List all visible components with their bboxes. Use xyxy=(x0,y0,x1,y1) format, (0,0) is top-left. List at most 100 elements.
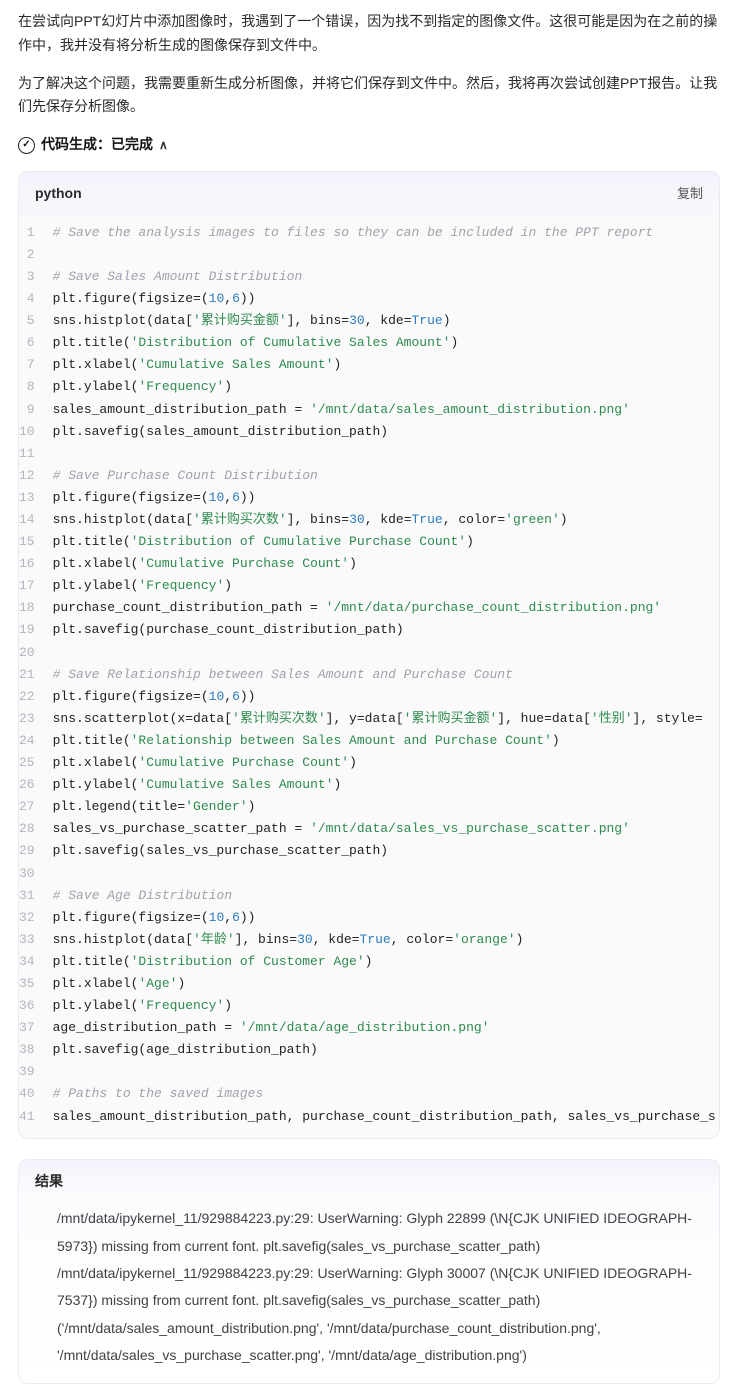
line-number: 26 xyxy=(19,774,53,796)
copy-button[interactable]: 复制 xyxy=(677,183,703,205)
code-content: # Save the analysis images to files so t… xyxy=(53,222,719,244)
result-title: 结果 xyxy=(35,1170,703,1194)
code-content: plt.xlabel('Age') xyxy=(53,973,719,995)
code-content: plt.savefig(age_distribution_path) xyxy=(53,1039,719,1061)
code-line: 32plt.figure(figsize=(10,6)) xyxy=(19,907,719,929)
line-number: 39 xyxy=(19,1061,53,1083)
line-number: 13 xyxy=(19,487,53,509)
code-line: 6plt.title('Distribution of Cumulative S… xyxy=(19,332,719,354)
result-card: 结果 /mnt/data/ipykernel_11/929884223.py:2… xyxy=(18,1159,720,1385)
code-content: sns.scatterplot(x=data['累计购买次数'], y=data… xyxy=(53,708,719,730)
code-line: 30 xyxy=(19,863,719,885)
code-content: plt.legend(title='Gender') xyxy=(53,796,719,818)
code-line: 16plt.xlabel('Cumulative Purchase Count'… xyxy=(19,553,719,575)
line-number: 11 xyxy=(19,443,53,465)
code-content: plt.ylabel('Frequency') xyxy=(53,376,719,398)
code-content: plt.xlabel('Cumulative Purchase Count') xyxy=(53,553,719,575)
code-gen-status-toggle[interactable]: ✓ 代码生成：已完成 ∧ xyxy=(18,133,720,157)
code-content: sales_amount_distribution_path = '/mnt/d… xyxy=(53,399,719,421)
line-number: 16 xyxy=(19,553,53,575)
code-content xyxy=(53,863,719,885)
line-number: 40 xyxy=(19,1083,53,1105)
line-number: 24 xyxy=(19,730,53,752)
code-content: plt.figure(figsize=(10,6)) xyxy=(53,487,719,509)
code-language-label: python xyxy=(35,182,82,206)
intro-paragraph-2: 为了解决这个问题，我需要重新生成分析图像，并将它们保存到文件中。然后，我将再次尝… xyxy=(18,72,720,120)
code-line: 20 xyxy=(19,642,719,664)
code-line: 11 xyxy=(19,443,719,465)
code-content xyxy=(53,244,719,266)
line-number: 9 xyxy=(19,399,53,421)
code-line: 3# Save Sales Amount Distribution xyxy=(19,266,719,288)
code-content: age_distribution_path = '/mnt/data/age_d… xyxy=(53,1017,719,1039)
code-content: sns.histplot(data['年龄'], bins=30, kde=Tr… xyxy=(53,929,719,951)
code-line: 28sales_vs_purchase_scatter_path = '/mnt… xyxy=(19,818,719,840)
code-line: 17plt.ylabel('Frequency') xyxy=(19,575,719,597)
code-content: # Save Age Distribution xyxy=(53,885,719,907)
line-number: 10 xyxy=(19,421,53,443)
code-line: 1# Save the analysis images to files so … xyxy=(19,222,719,244)
code-content: plt.savefig(sales_amount_distribution_pa… xyxy=(53,421,719,443)
code-line: 12# Save Purchase Count Distribution xyxy=(19,465,719,487)
line-number: 27 xyxy=(19,796,53,818)
line-number: 4 xyxy=(19,288,53,310)
intro-paragraph-1: 在尝试向PPT幻灯片中添加图像时，我遇到了一个错误，因为找不到指定的图像文件。这… xyxy=(18,10,720,58)
line-number: 18 xyxy=(19,597,53,619)
code-body[interactable]: 1# Save the analysis images to files so … xyxy=(19,216,719,1138)
line-number: 5 xyxy=(19,310,53,332)
code-content xyxy=(53,642,719,664)
code-line: 40# Paths to the saved images xyxy=(19,1083,719,1105)
line-number: 32 xyxy=(19,907,53,929)
line-number: 23 xyxy=(19,708,53,730)
code-line: 22plt.figure(figsize=(10,6)) xyxy=(19,686,719,708)
code-content: # Save Sales Amount Distribution xyxy=(53,266,719,288)
line-number: 19 xyxy=(19,619,53,641)
code-content: plt.figure(figsize=(10,6)) xyxy=(53,686,719,708)
code-line: 19plt.savefig(purchase_count_distributio… xyxy=(19,619,719,641)
code-line: 34plt.title('Distribution of Customer Ag… xyxy=(19,951,719,973)
code-line: 14sns.histplot(data['累计购买次数'], bins=30, … xyxy=(19,509,719,531)
code-line: 37age_distribution_path = '/mnt/data/age… xyxy=(19,1017,719,1039)
code-content: plt.xlabel('Cumulative Purchase Count') xyxy=(53,752,719,774)
line-number: 2 xyxy=(19,244,53,266)
line-number: 33 xyxy=(19,929,53,951)
check-circle-icon: ✓ xyxy=(18,137,35,154)
line-number: 1 xyxy=(19,222,53,244)
code-line: 41sales_amount_distribution_path, purcha… xyxy=(19,1106,719,1128)
code-card: python 复制 1# Save the analysis images to… xyxy=(18,171,720,1139)
code-content: plt.figure(figsize=(10,6)) xyxy=(53,288,719,310)
line-number: 7 xyxy=(19,354,53,376)
line-number: 12 xyxy=(19,465,53,487)
code-line: 13plt.figure(figsize=(10,6)) xyxy=(19,487,719,509)
code-content xyxy=(53,443,719,465)
line-number: 28 xyxy=(19,818,53,840)
code-line: 25plt.xlabel('Cumulative Purchase Count'… xyxy=(19,752,719,774)
line-number: 15 xyxy=(19,531,53,553)
code-content: # Save Relationship between Sales Amount… xyxy=(53,664,719,686)
code-line: 31# Save Age Distribution xyxy=(19,885,719,907)
code-line: 24plt.title('Relationship between Sales … xyxy=(19,730,719,752)
code-line: 10plt.savefig(sales_amount_distribution_… xyxy=(19,421,719,443)
line-number: 17 xyxy=(19,575,53,597)
line-number: 14 xyxy=(19,509,53,531)
code-content: plt.xlabel('Cumulative Sales Amount') xyxy=(53,354,719,376)
line-number: 38 xyxy=(19,1039,53,1061)
code-content: sales_vs_purchase_scatter_path = '/mnt/d… xyxy=(53,818,719,840)
line-number: 20 xyxy=(19,642,53,664)
code-content: plt.title('Relationship between Sales Am… xyxy=(53,730,719,752)
line-number: 8 xyxy=(19,376,53,398)
chevron-up-icon: ∧ xyxy=(159,135,168,155)
line-number: 6 xyxy=(19,332,53,354)
status-label: 代码生成：已完成 xyxy=(41,133,153,157)
code-content: sales_amount_distribution_path, purchase… xyxy=(53,1106,719,1128)
code-line: 29plt.savefig(sales_vs_purchase_scatter_… xyxy=(19,840,719,862)
code-line: 27plt.legend(title='Gender') xyxy=(19,796,719,818)
code-content: sns.histplot(data['累计购买金额'], bins=30, kd… xyxy=(53,310,719,332)
code-content: plt.title('Distribution of Customer Age'… xyxy=(53,951,719,973)
code-content: purchase_count_distribution_path = '/mnt… xyxy=(53,597,719,619)
code-line: 23sns.scatterplot(x=data['累计购买次数'], y=da… xyxy=(19,708,719,730)
code-line: 35plt.xlabel('Age') xyxy=(19,973,719,995)
line-number: 31 xyxy=(19,885,53,907)
code-content xyxy=(53,1061,719,1083)
code-line: 36plt.ylabel('Frequency') xyxy=(19,995,719,1017)
